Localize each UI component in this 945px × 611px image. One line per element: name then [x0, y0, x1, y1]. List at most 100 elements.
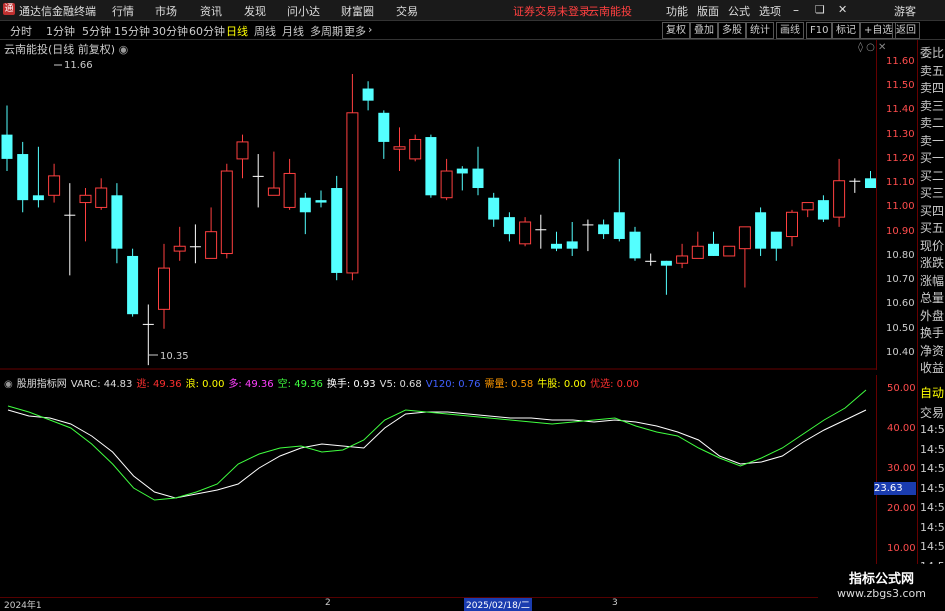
date-axis: 2024年1 2 2025/02/18/二 3 — [0, 597, 877, 611]
menu-news[interactable]: 资讯 — [200, 3, 222, 19]
candle-body — [770, 231, 782, 249]
tick-time: 14:56 — [920, 501, 945, 514]
menu-trade[interactable]: 交易 — [396, 3, 418, 19]
period-tab[interactable]: 月线 — [282, 23, 304, 39]
candle — [503, 212, 515, 242]
indicator-tick: 30.00 — [887, 463, 916, 474]
title-stock-name: 云南能投 — [588, 5, 632, 18]
candle-body — [79, 194, 92, 204]
price-tick: 11.10 — [886, 177, 915, 189]
candle-body — [111, 195, 123, 249]
candle-body — [535, 229, 547, 231]
period-tab[interactable]: 60分钟 — [189, 23, 225, 39]
candle — [629, 226, 641, 261]
candle — [409, 134, 422, 162]
overlay-button[interactable]: 叠加 — [690, 22, 718, 39]
date-label: 2024年1 — [4, 601, 42, 611]
period-tab[interactable]: 5分钟 — [82, 23, 111, 39]
period-tab[interactable]: 30分钟 — [152, 23, 188, 39]
candle — [315, 190, 327, 208]
period-tab[interactable]: 多周期 — [310, 23, 343, 39]
menu-quotes[interactable]: 行情 — [112, 3, 134, 19]
candle — [158, 243, 170, 329]
period-tab[interactable]: 周线 — [254, 23, 276, 39]
menu-discover[interactable]: 发现 — [244, 3, 266, 19]
app-logo-icon: 通 — [3, 3, 15, 15]
candle-body — [299, 197, 311, 213]
period-tab[interactable]: 1分钟 — [46, 23, 75, 39]
menu-wealth[interactable]: 财富圈 — [341, 3, 374, 19]
quote-label: 总量 — [920, 291, 945, 305]
quote-label: 换手 — [920, 326, 945, 340]
menu-function[interactable]: 功能 — [666, 3, 688, 19]
candle-body — [158, 267, 170, 310]
candle-body — [723, 245, 736, 257]
low-annotation: 10.35 — [149, 351, 189, 362]
indicator-chart[interactable] — [0, 375, 877, 597]
quote-label: 买二 — [920, 168, 945, 183]
f10-button[interactable]: F10 — [806, 22, 833, 39]
indicator-tick: 50.00 — [887, 383, 916, 394]
candle-body — [660, 260, 672, 266]
close-icon[interactable]: ✕ — [838, 3, 847, 16]
minimize-icon[interactable]: – — [793, 3, 799, 17]
price-tick: 11.00 — [886, 201, 915, 213]
chevron-right-icon[interactable]: › — [368, 23, 372, 36]
candle-body — [283, 172, 296, 208]
candle — [32, 146, 44, 208]
menu-wenxiaoda[interactable]: 问小达 — [287, 3, 320, 19]
period-tab[interactable]: 15分钟 — [114, 23, 150, 39]
add-watchlist-button[interactable]: +自选 — [860, 22, 897, 39]
menu-layout[interactable]: 版面 — [697, 3, 719, 19]
candle — [252, 154, 264, 208]
candle — [472, 146, 484, 196]
period-tab-active[interactable]: 日线 — [226, 23, 248, 39]
draw-button[interactable]: 画线 — [776, 22, 804, 39]
candle — [708, 231, 719, 256]
candle-body — [551, 243, 562, 249]
quote-label: 外盘 — [920, 308, 945, 323]
period-tab-more[interactable]: 更多 — [344, 23, 366, 39]
stats-button[interactable]: 统计 — [746, 22, 774, 39]
login-notice[interactable]: 证券交易未登录 — [513, 3, 590, 19]
quote-label: 卖一 — [920, 133, 945, 148]
candle — [723, 245, 736, 257]
candle — [299, 192, 311, 235]
candle-body — [738, 226, 751, 250]
user-label[interactable]: 游客 — [894, 3, 916, 19]
candle — [205, 207, 218, 259]
candle-body — [362, 88, 374, 101]
candle-body — [817, 200, 829, 220]
candle-body — [1, 134, 13, 159]
back-button[interactable]: 返回 — [892, 22, 920, 39]
restore-icon[interactable]: ❏ — [815, 3, 825, 16]
candle — [393, 127, 406, 172]
price-tick: 11.30 — [886, 128, 915, 140]
candle-body — [472, 168, 484, 189]
multi-stock-button[interactable]: 多股 — [718, 22, 746, 39]
period-toolbar: 分时 1分钟 5分钟 15分钟 30分钟 60分钟 日线 周线 月线 多周期 更… — [0, 21, 945, 40]
candle-body — [865, 178, 876, 189]
price-tick: 10.60 — [886, 298, 915, 310]
candle-body — [17, 154, 29, 201]
menu-market[interactable]: 市场 — [155, 3, 177, 19]
mark-button[interactable]: 标记 — [832, 22, 860, 39]
period-tab[interactable]: 分时 — [10, 23, 32, 39]
candlestick-chart[interactable]: 11.66 10.35 — [0, 40, 877, 370]
candle-body — [95, 187, 108, 208]
trade-label: 自动 — [920, 386, 945, 400]
price-tick: 10.40 — [886, 347, 915, 358]
menu-options[interactable]: 选项 — [759, 3, 781, 19]
adjust-button[interactable]: 复权 — [662, 22, 690, 39]
menu-formula[interactable]: 公式 — [728, 3, 750, 19]
candle — [551, 231, 562, 252]
candle — [817, 195, 829, 222]
quote-label: 买一 — [920, 151, 945, 165]
candle — [833, 158, 846, 227]
candle-body — [173, 245, 186, 252]
quote-label: 买三 — [920, 186, 945, 200]
quote-label: 现价 — [920, 238, 945, 253]
candle-body — [378, 112, 390, 142]
high-annotation: 11.66 — [54, 60, 93, 71]
candle — [786, 209, 798, 247]
